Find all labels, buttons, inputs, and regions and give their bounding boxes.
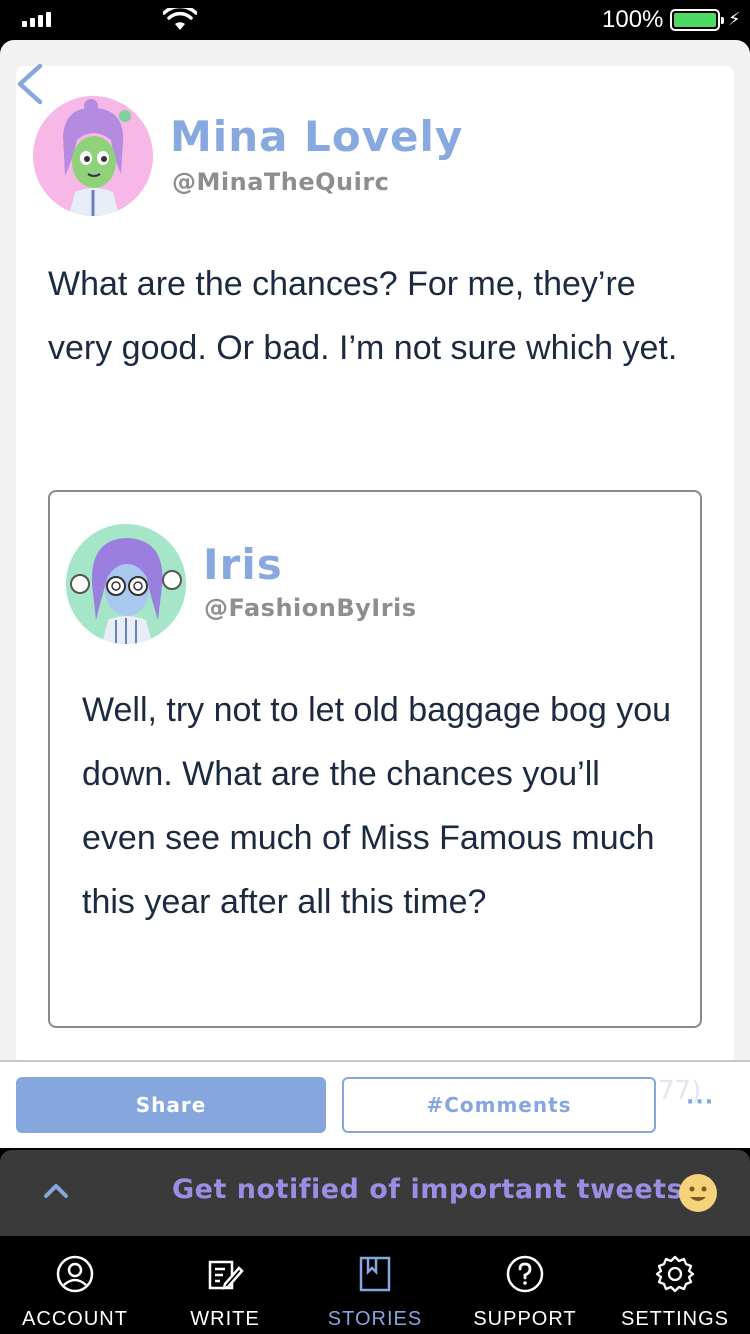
tab-stories[interactable]: STORIES xyxy=(300,1236,450,1334)
notification-text: Get notified of important tweets xyxy=(172,1174,684,1205)
post-text: What are the chances? For me, they’re ve… xyxy=(48,265,678,367)
smiley-emoji-icon xyxy=(679,1174,717,1212)
back-chevron-icon[interactable] xyxy=(14,62,44,106)
notification-banner[interactable]: Get notified of important tweets xyxy=(0,1150,750,1236)
author-name[interactable]: Mina Lovely xyxy=(170,112,463,161)
author-handle[interactable]: @MinaTheQuirc xyxy=(172,168,389,196)
tab-support[interactable]: SUPPORT xyxy=(450,1236,600,1334)
tab-label: SUPPORT xyxy=(473,1308,577,1330)
battery-percent: 100% xyxy=(602,6,664,33)
quoted-author-name[interactable]: Iris xyxy=(203,540,283,589)
tab-label: ACCOUNT xyxy=(22,1308,128,1330)
quoted-post-text: Well, try not to let old baggage bog you… xyxy=(82,691,672,921)
battery-icon xyxy=(670,9,724,31)
signal-icon xyxy=(22,12,51,27)
tab-label: SETTINGS xyxy=(620,1308,729,1330)
author-avatar[interactable] xyxy=(33,96,153,216)
account-icon xyxy=(56,1255,94,1293)
stories-icon xyxy=(359,1256,391,1292)
write-icon xyxy=(208,1260,244,1290)
settings-icon xyxy=(655,1255,695,1293)
mina-avatar-illustration xyxy=(33,96,153,216)
tab-write[interactable]: WRITE xyxy=(150,1236,300,1334)
charging-icon: ⚡ xyxy=(728,9,741,30)
tab-label: WRITE xyxy=(190,1308,260,1330)
tab-settings[interactable]: SETTINGS xyxy=(600,1236,750,1334)
tab-bar: ACCOUNT WRITE STORIES SUPPORT SETTINGS xyxy=(0,1236,750,1334)
quoted-author-handle[interactable]: @FashionByIris xyxy=(204,594,417,622)
chevron-up-icon[interactable] xyxy=(40,1178,72,1202)
share-button[interactable]: Share xyxy=(16,1077,326,1133)
status-bar: 100% ⚡ xyxy=(0,0,750,40)
comments-button[interactable]: #Comments xyxy=(342,1077,656,1133)
quoted-author-avatar[interactable] xyxy=(66,524,186,644)
iris-avatar-illustration xyxy=(66,524,186,644)
tab-label: STORIES xyxy=(327,1308,423,1330)
tab-account[interactable]: ACCOUNT xyxy=(0,1236,150,1334)
wifi-icon xyxy=(163,8,197,30)
more-options-icon[interactable]: ··· xyxy=(686,1090,714,1115)
support-icon xyxy=(506,1255,544,1293)
